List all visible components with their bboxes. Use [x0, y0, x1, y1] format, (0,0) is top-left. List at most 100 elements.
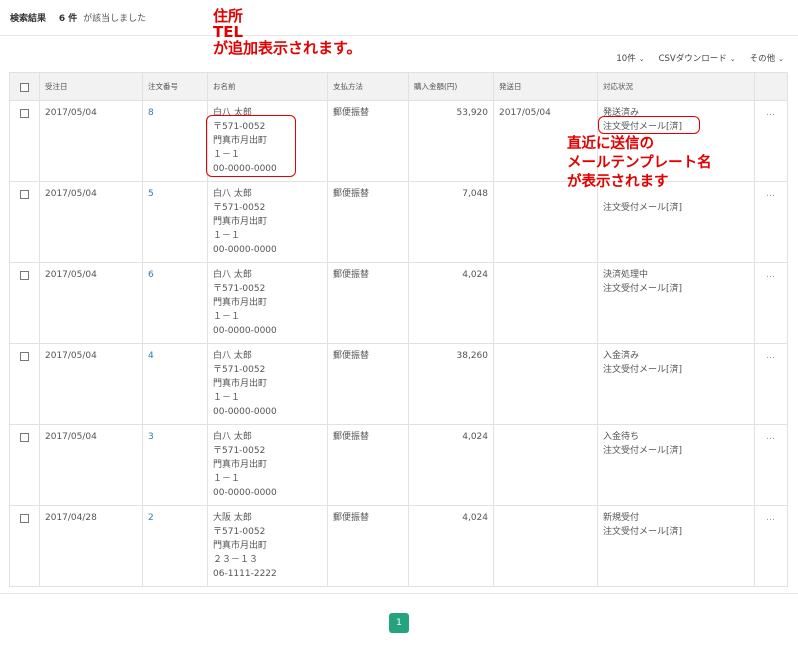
- page-size-label: 10件: [616, 54, 636, 64]
- list-controls: 10件 ⌄ CSVダウンロード ⌄ その他 ⌄: [616, 52, 784, 64]
- order-status: 新規受付: [603, 513, 640, 523]
- customer-zip: 〒571-0052: [213, 203, 266, 213]
- annotation-line: メールテンプレート名: [567, 155, 712, 171]
- row-select-cell: [9, 343, 40, 425]
- customer-address: 門真市月出町: [213, 541, 268, 551]
- more-icon[interactable]: …: [766, 108, 776, 118]
- order-date: 2017/05/04: [39, 343, 143, 425]
- annotation-address-tel: 住所 TEL が追加表示されます。: [213, 8, 362, 56]
- customer-address-detail: １－１: [213, 393, 241, 403]
- row-checkbox[interactable]: [20, 109, 29, 118]
- row-checkbox[interactable]: [20, 514, 29, 523]
- customer-address-detail: １－１: [213, 231, 241, 241]
- row-actions-cell: …: [754, 181, 788, 263]
- table-row[interactable]: 2017/05/04 5 白八 太郎 〒571-0052 門真市月出町 １－１ 00-000…: [9, 181, 788, 263]
- order-number-link[interactable]: 5: [148, 189, 154, 199]
- customer-tel: 00-0000-0000: [213, 407, 277, 417]
- customer-name: 白八 太郎: [213, 351, 252, 361]
- row-checkbox[interactable]: [20, 352, 29, 361]
- customer-zip: 〒571-0052: [213, 446, 266, 456]
- order-date: 2017/04/28: [39, 505, 143, 587]
- header-order-date[interactable]: 受注日: [39, 72, 143, 101]
- order-number-cell: 6: [142, 262, 208, 344]
- order-date: 2017/05/04: [39, 100, 143, 182]
- customer-cell: 白八 太郎 〒571-0052 門真市月出町 １－１ 00-0000-0000: [207, 181, 328, 263]
- header-name[interactable]: お名前: [207, 72, 328, 101]
- purchase-amount: 53,920: [408, 100, 494, 182]
- customer-address: 門真市月出町: [213, 217, 268, 227]
- order-status: 入金待ち: [603, 432, 640, 442]
- order-number-link[interactable]: 6: [148, 270, 154, 280]
- customer-name: 白八 太郎: [213, 432, 252, 442]
- order-number-link[interactable]: 3: [148, 432, 154, 442]
- more-icon[interactable]: …: [766, 432, 776, 442]
- customer-address-detail: ２３－１３: [213, 555, 259, 565]
- pagination-page-1[interactable]: 1: [389, 613, 409, 633]
- order-number-cell: 5: [142, 181, 208, 263]
- customer-address: 門真市月出町: [213, 298, 268, 308]
- mail-template-status: 注文受付メール[済]: [603, 527, 683, 537]
- mail-template-status: 注文受付メール[済]: [603, 365, 683, 375]
- row-select-cell: [9, 262, 40, 344]
- header-status[interactable]: 対応状況: [597, 72, 755, 101]
- more-icon[interactable]: …: [766, 351, 776, 361]
- row-actions-cell: …: [754, 424, 788, 506]
- mail-template-status: 注文受付メール[済]: [603, 203, 683, 213]
- status-cell: 入金済み 注文受付メール[済]: [597, 343, 755, 425]
- more-icon[interactable]: …: [766, 513, 776, 523]
- customer-cell: 白八 太郎 〒571-0052 門真市月出町 １－１ 00-0000-0000: [207, 424, 328, 506]
- more-icon[interactable]: …: [766, 189, 776, 199]
- annotation-line: が追加表示されます。: [213, 39, 362, 57]
- row-checkbox[interactable]: [20, 190, 29, 199]
- other-dropdown[interactable]: その他 ⌄: [750, 52, 784, 64]
- select-all-checkbox[interactable]: [20, 82, 29, 92]
- order-number-link[interactable]: 8: [148, 108, 154, 118]
- purchase-amount: 4,024: [408, 424, 494, 506]
- order-number-cell: 8: [142, 100, 208, 182]
- result-message: が該当しました: [83, 14, 147, 24]
- table-row[interactable]: 2017/05/04 6 白八 太郎 〒571-0052 門真市月出町 １－１ 00-000…: [9, 262, 788, 344]
- result-title: 検索結果: [10, 14, 47, 24]
- purchase-amount: 38,260: [408, 343, 494, 425]
- more-icon[interactable]: …: [766, 270, 776, 280]
- header-ship-date[interactable]: 発送日: [493, 72, 598, 101]
- order-number-link[interactable]: 2: [148, 513, 154, 523]
- row-checkbox[interactable]: [20, 271, 29, 280]
- customer-zip: 〒571-0052: [213, 284, 266, 294]
- table-row[interactable]: 2017/05/04 4 白八 太郎 〒571-0052 門真市月出町 １－１ 00-000…: [9, 343, 788, 425]
- customer-cell: 大阪 太郎 〒571-0052 門真市月出町 ２３－１３ 06-1111-2222: [207, 505, 328, 587]
- row-select-cell: [9, 505, 40, 587]
- customer-address-detail: １－１: [213, 474, 241, 484]
- row-checkbox[interactable]: [20, 433, 29, 442]
- table-row[interactable]: 2017/05/04 3 白八 太郎 〒571-0052 門真市月出町 １－１ 00-000…: [9, 424, 788, 506]
- order-date: 2017/05/04: [39, 181, 143, 263]
- ship-date: [493, 262, 598, 344]
- header-order-number[interactable]: 注文番号: [142, 72, 208, 101]
- purchase-amount: 7,048: [408, 181, 494, 263]
- ship-date: [493, 424, 598, 506]
- header-payment[interactable]: 支払方法: [327, 72, 409, 101]
- header-actions: [754, 72, 788, 101]
- header-amount[interactable]: 購入金額(円): [408, 72, 494, 101]
- page-size-dropdown[interactable]: 10件 ⌄: [616, 52, 644, 64]
- customer-address-detail: １－１: [213, 312, 241, 322]
- ship-date: [493, 181, 598, 263]
- search-result-summary: 検索結果 6 件 が該当しました: [10, 11, 146, 24]
- select-all-cell: [9, 72, 40, 101]
- csv-download-dropdown[interactable]: CSVダウンロード ⌄: [659, 52, 736, 64]
- status-cell: 決済処理中注文受付メール[済]: [597, 262, 755, 344]
- other-label: その他: [749, 54, 776, 64]
- annotation-mail-template: 直近に送信の メールテンプレート名 が表示されます: [567, 135, 712, 192]
- mail-template-status: 注文受付メール[済]: [603, 284, 683, 294]
- result-count: 6 件: [58, 14, 78, 24]
- customer-tel: 06-1111-2222: [213, 569, 277, 579]
- row-actions-cell: …: [754, 100, 788, 182]
- row-select-cell: [9, 424, 40, 506]
- table-row[interactable]: 2017/04/28 2 大阪 太郎 〒571-0052 門真市月出町 ２３－１３ 06-1…: [9, 505, 788, 587]
- customer-cell: 白八 太郎 〒571-0052 門真市月出町 １－１ 00-0000-0000: [207, 343, 328, 425]
- chevron-down-icon: ⌄: [778, 55, 784, 63]
- order-number-link[interactable]: 4: [148, 351, 154, 361]
- order-status: 決済処理中: [603, 270, 649, 280]
- annotation-line: 住所: [213, 7, 244, 25]
- payment-method: 郵便振替: [327, 100, 409, 182]
